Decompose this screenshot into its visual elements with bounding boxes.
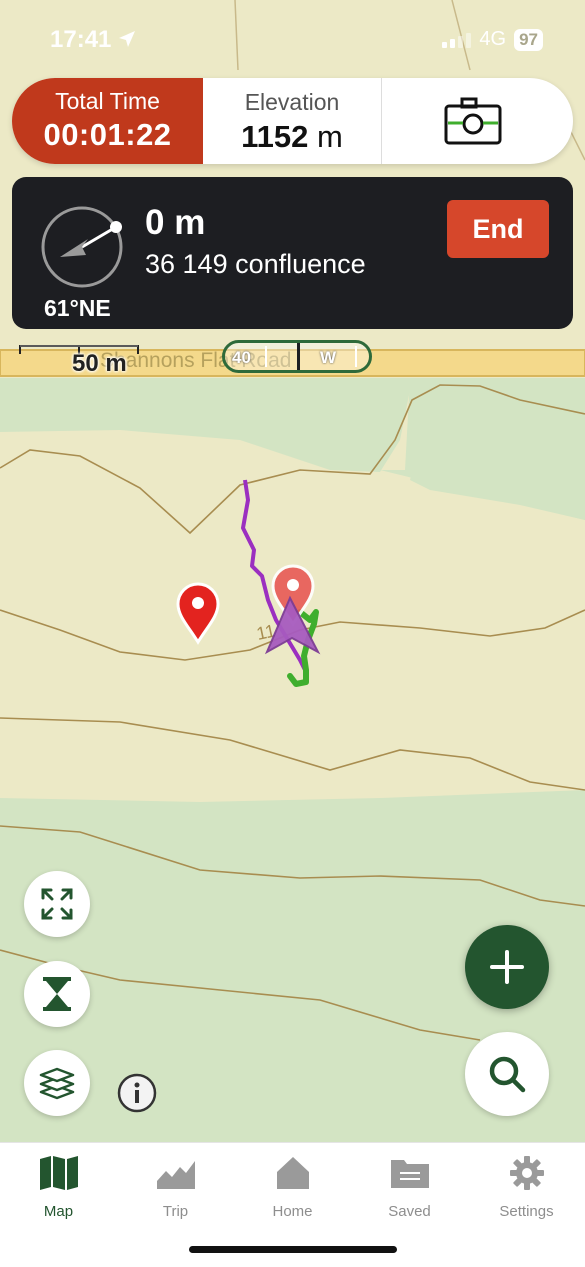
tab-label: Trip: [162, 1203, 189, 1220]
total-time-value: 00:01:22: [43, 117, 172, 152]
signal-icon: [442, 32, 472, 48]
camera-button[interactable]: [382, 78, 573, 164]
bearing-value: 61°NE: [44, 295, 111, 321]
waypoint-name: 36 149 confluence: [145, 249, 366, 279]
network-type: 4G: [479, 28, 507, 50]
location-arrow-icon: [119, 31, 136, 47]
total-time-label: Total Time: [55, 88, 160, 114]
home-icon: [276, 1157, 309, 1189]
tab-label: Settings: [499, 1203, 554, 1220]
scale-bar: 50 m: [18, 344, 142, 383]
map-icon: [39, 1156, 78, 1190]
tab-trip[interactable]: Trip: [117, 1151, 234, 1220]
search-button[interactable]: [465, 1032, 549, 1116]
search-icon: [489, 1056, 526, 1093]
fit-map-button[interactable]: [24, 871, 90, 937]
battery-icon: 97: [514, 28, 543, 51]
hourglass-icon: [43, 977, 71, 1011]
tab-settings[interactable]: Settings: [468, 1151, 585, 1220]
tab-map[interactable]: Map: [0, 1151, 117, 1220]
end-button[interactable]: End: [447, 200, 549, 258]
info-icon: [117, 1073, 157, 1113]
tab-label: Saved: [388, 1203, 431, 1220]
elevation-label: Elevation: [244, 89, 340, 115]
chart-icon: [156, 1161, 195, 1189]
timer-button[interactable]: [24, 961, 90, 1027]
elevation-value: 1152 m: [241, 119, 343, 154]
add-button[interactable]: [465, 925, 549, 1009]
navigation-card: 61°NE 0 m 36 149 confluence End: [12, 177, 573, 329]
total-time-panel: Total Time 00:01:22: [12, 78, 203, 164]
elevation-panel: Elevation 1152 m: [203, 78, 382, 164]
home-indicator[interactable]: [189, 1246, 397, 1253]
plus-icon: [490, 950, 524, 984]
tab-saved[interactable]: Saved: [351, 1151, 468, 1220]
layers-button[interactable]: [24, 1050, 90, 1116]
tab-label: Home: [272, 1203, 313, 1220]
status-time: 17:41: [50, 26, 136, 54]
info-button[interactable]: [117, 1073, 157, 1113]
tab-label: Map: [43, 1203, 74, 1220]
expand-icon: [41, 888, 73, 920]
camera-icon: [444, 97, 502, 145]
layers-icon: [39, 1067, 75, 1100]
scale-label: 50 m: [72, 350, 127, 377]
status-bar: 17:41 4G 97: [0, 24, 585, 56]
heading-tape: 40 W: [222, 340, 372, 373]
tab-home[interactable]: Home: [234, 1151, 351, 1220]
folder-icon: [390, 1160, 429, 1188]
gear-icon: [509, 1156, 544, 1190]
heading-cardinal: W: [320, 348, 337, 367]
compass-icon: [41, 206, 123, 288]
stats-card: Total Time 00:01:22 Elevation 1152 m: [12, 78, 573, 164]
distance-to-waypoint: 0 m: [145, 203, 206, 242]
heading-value: 40: [232, 348, 251, 367]
